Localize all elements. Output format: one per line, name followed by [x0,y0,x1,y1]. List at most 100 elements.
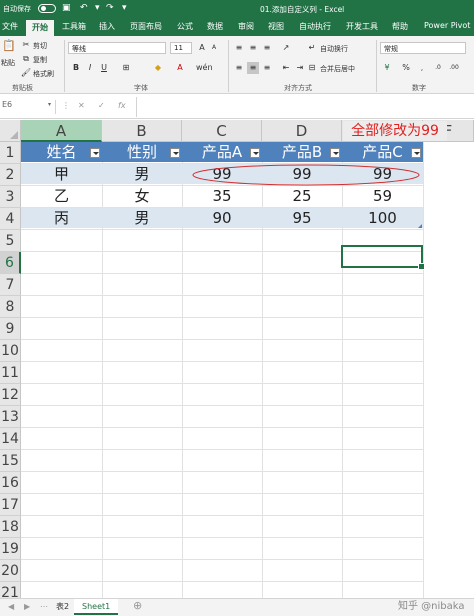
column-header-c[interactable]: C [182,120,262,142]
format-painter-button[interactable]: 格式刷 [33,69,54,79]
table-resize-handle[interactable] [418,224,422,228]
save-icon[interactable]: ▣ [62,3,71,13]
autosave-toggle[interactable] [38,4,56,13]
sheet-tab-sheet1[interactable]: Sheet1 [74,599,119,615]
undo-dropdown-icon[interactable]: ▾ [95,3,100,13]
font-color-icon[interactable]: A [174,62,186,74]
column-header-b[interactable]: B [102,120,182,142]
tab-developer[interactable]: 开发工具 [346,21,378,32]
align-bottom-icon[interactable]: ≡ [261,42,273,54]
tab-view[interactable]: 视图 [268,21,284,32]
row-header-7[interactable]: 7 [0,274,21,296]
add-sheet-icon[interactable]: ⊕ [133,599,142,612]
phonetic-icon[interactable]: wén [196,62,213,74]
font-name-select[interactable]: 等线 [68,42,166,54]
redo-icon[interactable]: ↷ [106,3,114,13]
bold-icon[interactable]: B [70,62,82,74]
undo-icon[interactable]: ↶ [80,3,88,13]
row-header-19[interactable]: 19 [0,538,21,560]
insert-function-icon[interactable]: fx [118,101,126,110]
select-all-corner[interactable] [0,120,21,142]
worksheet-grid[interactable]: A B C D E F 1234567891011121314151617181… [0,120,474,604]
active-cell-e6[interactable] [341,245,425,270]
tab-toolbox[interactable]: 工具箱 [62,21,86,32]
tab-file[interactable]: 文件 [2,21,18,32]
row-header-11[interactable]: 11 [0,362,21,384]
increase-decimal-icon[interactable]: .0 [432,62,444,74]
row-header-2[interactable]: 2 [0,164,21,186]
tab-power-pivot[interactable]: Power Pivot [424,21,470,30]
row-header-16[interactable]: 16 [0,472,21,494]
tab-help[interactable]: 帮助 [392,21,408,32]
row-header-17[interactable]: 17 [0,494,21,516]
align-right-icon[interactable]: ≡ [261,62,273,74]
decrease-font-icon[interactable]: A [208,42,220,54]
align-middle-icon[interactable]: ≡ [247,42,259,54]
copy-button[interactable]: 复制 [33,55,47,65]
formula-bar-options-icon[interactable]: ⋮ [62,101,70,110]
align-left-icon[interactable]: ≡ [233,62,245,74]
row-header-4[interactable]: 4 [0,208,21,230]
tab-review[interactable]: 审阅 [238,21,254,32]
comma-icon[interactable]: , [416,62,428,74]
formula-input[interactable] [136,97,474,117]
cut-button[interactable]: 剪切 [33,41,47,51]
row-header-5[interactable]: 5 [0,230,21,252]
percent-icon[interactable]: % [400,62,412,74]
decrease-decimal-icon[interactable]: .00 [448,62,460,74]
increase-font-icon[interactable]: A [196,42,208,54]
orientation-icon[interactable]: ↗ [280,42,292,54]
table-cell[interactable]: 丙 [21,208,102,228]
row-header-12[interactable]: 12 [0,384,21,406]
paste-button[interactable]: 粘贴 [1,58,15,68]
border-icon[interactable]: ⊞ [120,62,132,74]
table-cell[interactable]: 女 [102,186,182,206]
filter-dropdown-icon[interactable] [170,148,180,158]
increase-indent-icon[interactable]: ⇥ [294,62,306,74]
row-header-10[interactable]: 10 [0,340,21,362]
row-header-8[interactable]: 8 [0,296,21,318]
row-header-14[interactable]: 14 [0,428,21,450]
row-header-13[interactable]: 13 [0,406,21,428]
column-header-a[interactable]: A [21,120,102,142]
tab-data[interactable]: 数据 [207,21,223,32]
merge-center-button[interactable]: 合并后居中 [320,64,355,74]
row-header-6[interactable]: 6 [0,252,21,274]
column-header-d[interactable]: D [262,120,342,142]
table-cell[interactable]: 95 [262,208,342,228]
next-sheet-icon[interactable]: ▶ [24,602,30,611]
number-format-select[interactable]: 常规 [380,42,466,54]
filter-dropdown-icon[interactable] [250,148,260,158]
table-cell[interactable]: 25 [262,186,342,206]
cancel-icon[interactable]: ✕ [78,101,85,110]
underline-icon[interactable]: U [98,62,110,74]
font-size-select[interactable]: 11 [170,42,192,54]
table-cell[interactable]: 35 [182,186,262,206]
tab-formulas[interactable]: 公式 [177,21,193,32]
tab-home[interactable]: 开始 [26,20,54,36]
filter-dropdown-icon[interactable] [411,148,421,158]
table-cell[interactable]: 59 [342,186,423,206]
currency-icon[interactable]: ¥ [381,62,393,74]
fill-color-icon[interactable]: ◆ [152,62,164,74]
wrap-text-button[interactable]: 自动换行 [320,44,348,54]
quick-access-icon[interactable]: ▾ [122,3,127,13]
tab-automate[interactable]: 自动执行 [299,21,331,32]
table-cell[interactable]: 男 [102,164,182,184]
enter-icon[interactable]: ✓ [98,101,105,110]
table-cell[interactable]: 90 [182,208,262,228]
row-header-1[interactable]: 1 [0,142,21,164]
row-header-20[interactable]: 20 [0,560,21,582]
decrease-indent-icon[interactable]: ⇤ [280,62,292,74]
table-cell[interactable]: 男 [102,208,182,228]
sheet-tab-2[interactable]: 表2 [48,599,77,615]
row-header-15[interactable]: 15 [0,450,21,472]
row-header-18[interactable]: 18 [0,516,21,538]
align-top-icon[interactable]: ≡ [233,42,245,54]
italic-icon[interactable]: I [84,62,96,74]
filter-dropdown-icon[interactable] [330,148,340,158]
row-header-9[interactable]: 9 [0,318,21,340]
previous-sheet-icon[interactable]: ◀ [8,602,14,611]
name-box-dropdown-icon[interactable]: ▾ [48,101,51,108]
table-cell[interactable]: 乙 [21,186,102,206]
